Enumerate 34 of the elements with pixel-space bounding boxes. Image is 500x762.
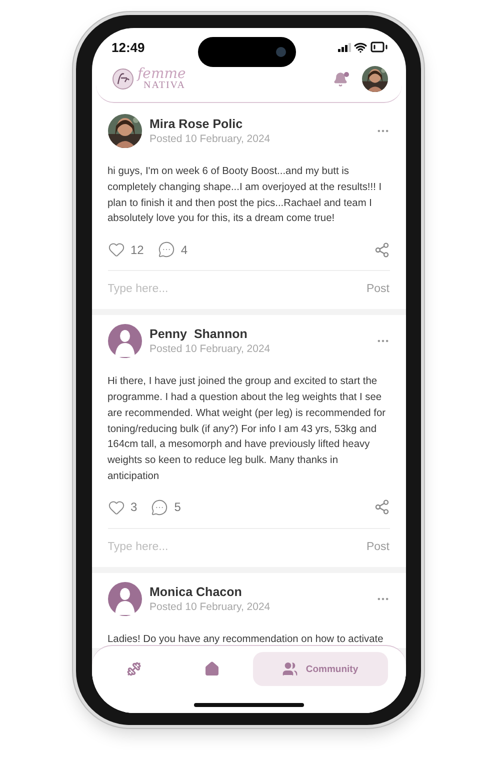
post-button[interactable]: Post	[366, 540, 390, 553]
heart-icon[interactable]	[108, 498, 124, 516]
author-name: Mira Rose Polic	[150, 117, 244, 131]
post-text: Hi there, I have just joined the group and excited to start the programme. I had a question about the leg weights that I see are recommended. What weight (per leg) is recommended for toning/reducing bulk (if any?) For info I am 43 yrs, 53kg and 164cm tall, a mesomorph and have previously lifted heavy weights so keen to reduce leg bulk. Many thanks in anticipation	[108, 375, 387, 484]
logo-icon	[112, 68, 134, 90]
avatar-icon	[108, 582, 142, 616]
comment-count: 5	[174, 500, 181, 514]
like-count: 3	[130, 500, 138, 514]
avatar-icon	[108, 324, 142, 358]
comment-icon[interactable]	[158, 241, 175, 258]
share-icon[interactable]	[374, 242, 390, 258]
heart-icon[interactable]	[108, 241, 124, 258]
nav-tab[interactable]: Community	[252, 652, 388, 686]
home-icon	[204, 661, 220, 677]
wifi-icon	[354, 40, 366, 54]
dumbbell-icon	[127, 662, 142, 676]
post-text: hi guys, I'm on week 6 of Booty Boost...and my butt is completely changing shape...I am overjoyed at the results!!! I plan to finish it and then post the pics...Rachael and team I absolutely love you for this, its a dream come true!	[108, 165, 383, 226]
post-date: Posted 10 February, 2024	[150, 343, 272, 356]
author-name: Monica Chacon	[150, 584, 243, 599]
post-date: Posted 10 February, 2024	[150, 600, 272, 613]
post-button[interactable]: Post	[366, 283, 390, 296]
like-count: 12	[130, 242, 144, 257]
status-time: 12:49	[112, 40, 145, 54]
people-icon	[282, 661, 298, 677]
logo-subtitle: NATIVA	[144, 81, 186, 91]
logo-wordmark: femme	[138, 67, 186, 81]
post-text: Ladies! Do you have any recommendation on how to activate	[108, 632, 384, 647]
author-name: Penny Shannon	[150, 327, 248, 342]
signal-icon	[338, 42, 350, 52]
share-icon[interactable]	[374, 499, 390, 516]
post-date: Posted 10 February, 2024	[150, 133, 272, 145]
comment-count: 4	[180, 242, 188, 257]
comment-icon[interactable]	[151, 498, 168, 516]
bell-icon[interactable]	[332, 72, 348, 86]
